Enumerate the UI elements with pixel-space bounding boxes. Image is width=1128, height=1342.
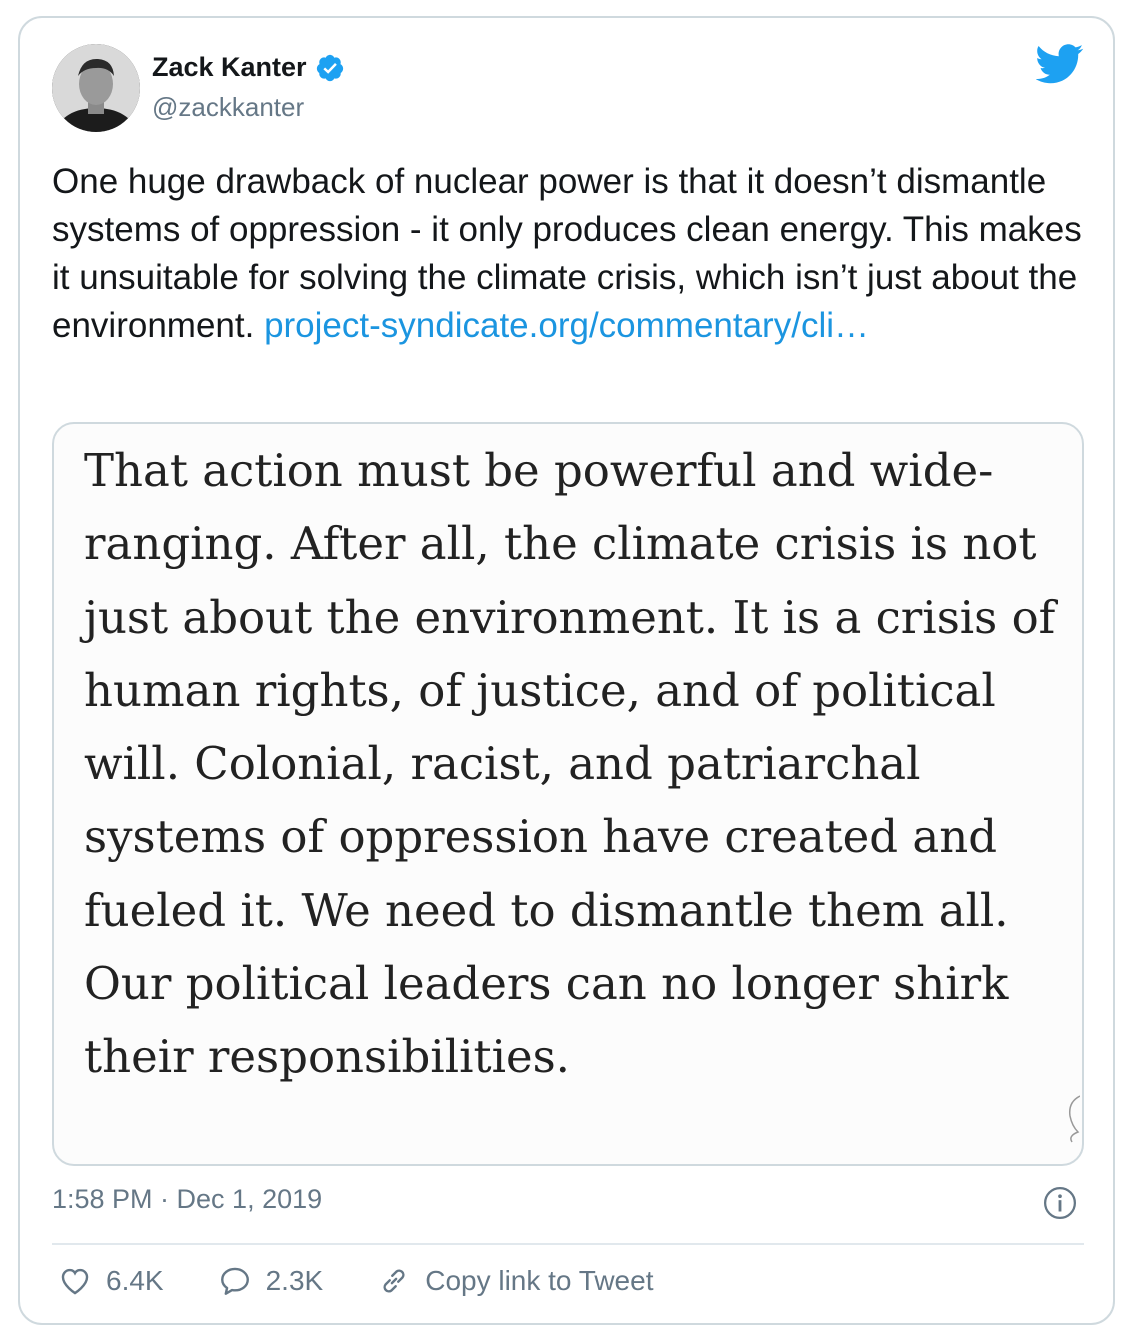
- avatar[interactable]: [52, 44, 140, 132]
- divider: [52, 1243, 1084, 1245]
- reply-button[interactable]: 2.3K: [218, 1264, 324, 1298]
- tweet-text: One huge drawback of nuclear power is th…: [52, 158, 1082, 350]
- like-button[interactable]: 6.4K: [58, 1264, 164, 1298]
- attached-image[interactable]: That action must be powerful and wide-ra…: [52, 422, 1084, 1166]
- tweet-link[interactable]: project-syndicate.org/commentary/cli…: [264, 306, 869, 345]
- twitter-bird-icon[interactable]: [1036, 44, 1084, 84]
- like-count: 6.4K: [106, 1265, 164, 1296]
- page-curl-decoration: [1068, 1095, 1080, 1143]
- reply-bubble-icon: [220, 1267, 249, 1295]
- verified-badge-icon: [316, 54, 343, 81]
- timestamp[interactable]: 1:58 PM · Dec 1, 2019: [52, 1184, 322, 1215]
- copy-link-label: Copy link to Tweet: [425, 1265, 654, 1296]
- action-bar: 6.4K 2.3K Copy link to Tweet: [58, 1264, 707, 1298]
- author-handle[interactable]: @zackkanter: [152, 92, 304, 123]
- copy-link-button[interactable]: Copy link to Tweet: [377, 1264, 653, 1298]
- heart-icon: [61, 1268, 89, 1295]
- author-name[interactable]: Zack Kanter: [152, 52, 307, 83]
- info-icon[interactable]: [1043, 1186, 1077, 1220]
- link-icon: [383, 1269, 405, 1293]
- image-quote-text: That action must be powerful and wide-ra…: [84, 444, 1056, 1084]
- reply-count: 2.3K: [265, 1265, 324, 1296]
